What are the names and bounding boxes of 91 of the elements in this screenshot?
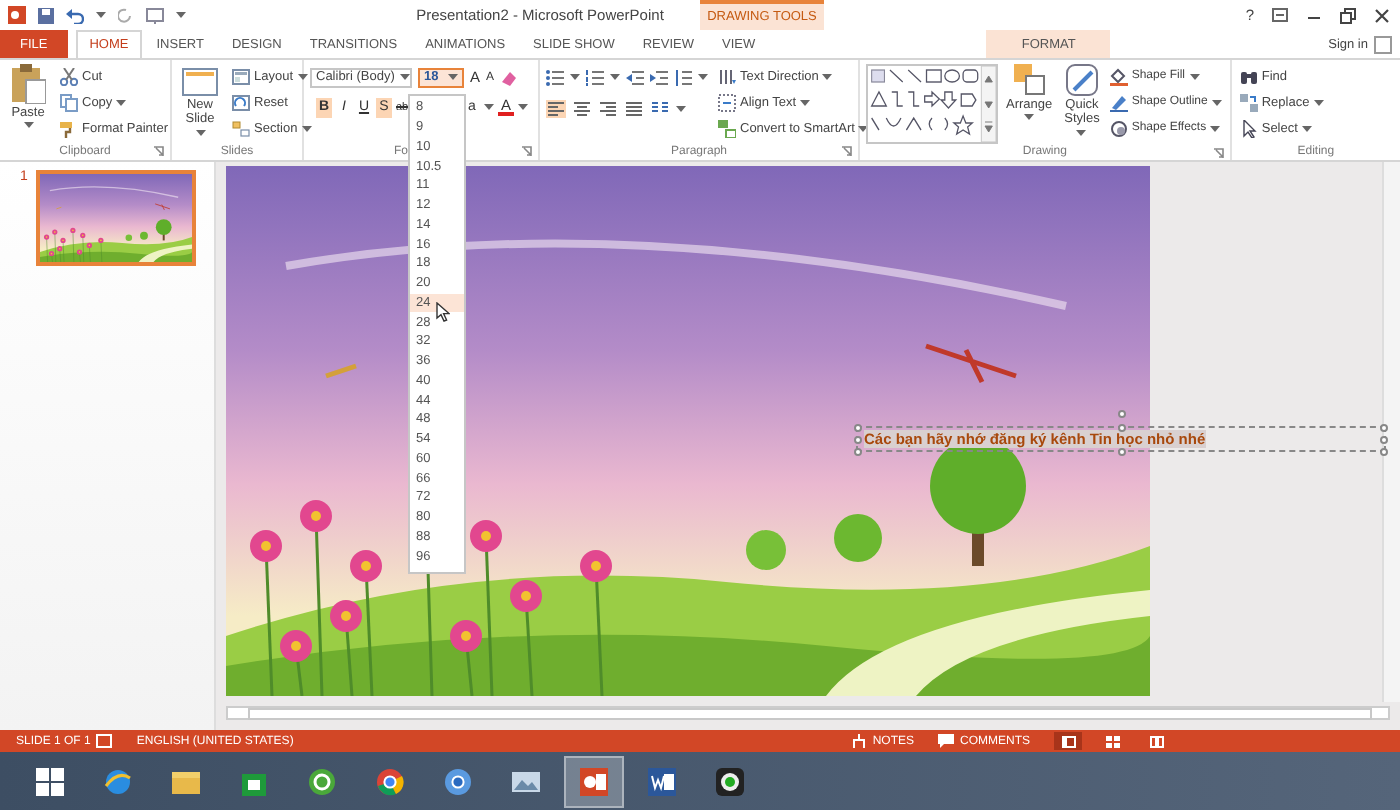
caret-icon: [1024, 114, 1035, 121]
decrease-indent-icon: [626, 69, 644, 85]
folder-icon: [172, 767, 200, 795]
paintbrush-icon: [60, 119, 78, 137]
camera-lens-icon: [716, 767, 744, 795]
document-app-icon: [648, 767, 676, 795]
bullet-list-icon: [546, 69, 564, 85]
close-icon: [1374, 7, 1390, 23]
photo-viewer-icon: [512, 767, 540, 795]
caret-icon: [570, 74, 580, 80]
caret-icon: [822, 73, 833, 79]
presentation-app-icon: [580, 767, 608, 795]
dialog-launcher-icon: [522, 146, 532, 156]
caret-icon: [1189, 73, 1200, 79]
caret-icon: [400, 74, 411, 80]
caret-icon: [96, 12, 106, 18]
reset-icon: [232, 93, 250, 111]
eraser-icon: [500, 69, 517, 85]
caret-icon: [195, 129, 205, 136]
resize-handle[interactable]: [1118, 448, 1126, 456]
caret-icon: [698, 74, 708, 80]
quick-styles-icon: [1065, 64, 1098, 96]
dialog-launcher-icon: [842, 146, 852, 156]
shape-effects-icon: [1109, 119, 1128, 137]
caret-icon: [23, 122, 33, 129]
resize-handle[interactable]: [1118, 423, 1126, 431]
align-text-icon: [718, 93, 736, 111]
dialog-launcher-icon: [154, 146, 164, 156]
round-app-icon: [444, 767, 472, 795]
windows-logo-icon: [36, 767, 64, 795]
account-picture-icon: [1373, 35, 1392, 53]
numbered-list-icon: [586, 69, 604, 85]
arrange-icon: [1013, 64, 1046, 96]
caret-icon: [1211, 99, 1222, 105]
binoculars-icon: [1239, 67, 1258, 85]
restore-icon: [1340, 7, 1356, 23]
save-icon: [38, 7, 54, 23]
caret-icon: [301, 125, 312, 131]
dialog-launcher-icon: [1213, 148, 1224, 158]
redo-icon: [118, 7, 134, 23]
ring-app-icon: [308, 767, 336, 795]
app-logo-icon: [8, 6, 26, 24]
justify-icon: [624, 100, 644, 118]
align-center-icon: [572, 100, 592, 118]
start-slideshow-icon: [146, 7, 164, 23]
caret-icon: [116, 99, 127, 105]
cursor-icon: [1239, 119, 1258, 137]
caret-icon: [676, 106, 686, 112]
caret-icon: [518, 104, 528, 110]
caret-icon: [297, 73, 308, 79]
increase-indent-icon: [650, 69, 668, 85]
caret-icon: [858, 125, 869, 131]
smartart-icon: [718, 119, 736, 137]
shapes-gallery[interactable]: [866, 64, 998, 144]
book-icon: [1149, 735, 1163, 747]
caret-icon: [1301, 125, 1312, 131]
replace-icon: [1239, 93, 1258, 111]
grid-icon: [1105, 735, 1119, 747]
caret-icon: [800, 99, 811, 105]
caret-icon: [1313, 99, 1324, 105]
normal-view-button[interactable]: [1054, 732, 1082, 750]
line-spacing-icon: [674, 69, 692, 85]
align-left-icon: [546, 100, 566, 118]
new-slide-icon: [182, 64, 218, 96]
mouse-pointer-icon: [436, 302, 450, 322]
pages-icon: [60, 93, 78, 111]
scissors-icon: [60, 67, 78, 85]
align-right-icon: [598, 100, 618, 118]
notes-icon: [852, 734, 867, 748]
caret-icon: [1076, 129, 1087, 136]
rotate-handle[interactable]: [1118, 410, 1126, 418]
caret-icon: [448, 74, 458, 80]
chrome-icon: [376, 767, 404, 795]
caret-icon: [484, 104, 494, 110]
caret-icon: [610, 74, 620, 80]
undo-icon: [66, 7, 84, 23]
spell-check-icon: [96, 734, 113, 748]
normal-view-icon: [1061, 735, 1075, 747]
comment-icon: [938, 734, 954, 748]
ribbon-display-options-icon: [1272, 8, 1288, 22]
paint-bucket-icon: [1109, 67, 1128, 85]
columns-icon: [650, 100, 670, 118]
caret-icon: [1210, 125, 1221, 131]
layout-icon: [232, 67, 250, 85]
section-icon: [232, 119, 250, 137]
horizontal-scrollbar[interactable]: [226, 706, 1390, 720]
text-direction-icon: [718, 67, 736, 85]
caret-icon: [176, 12, 186, 18]
pen-icon: [1109, 93, 1128, 111]
clipboard-icon: [10, 64, 46, 104]
globe-icon: [104, 767, 132, 795]
